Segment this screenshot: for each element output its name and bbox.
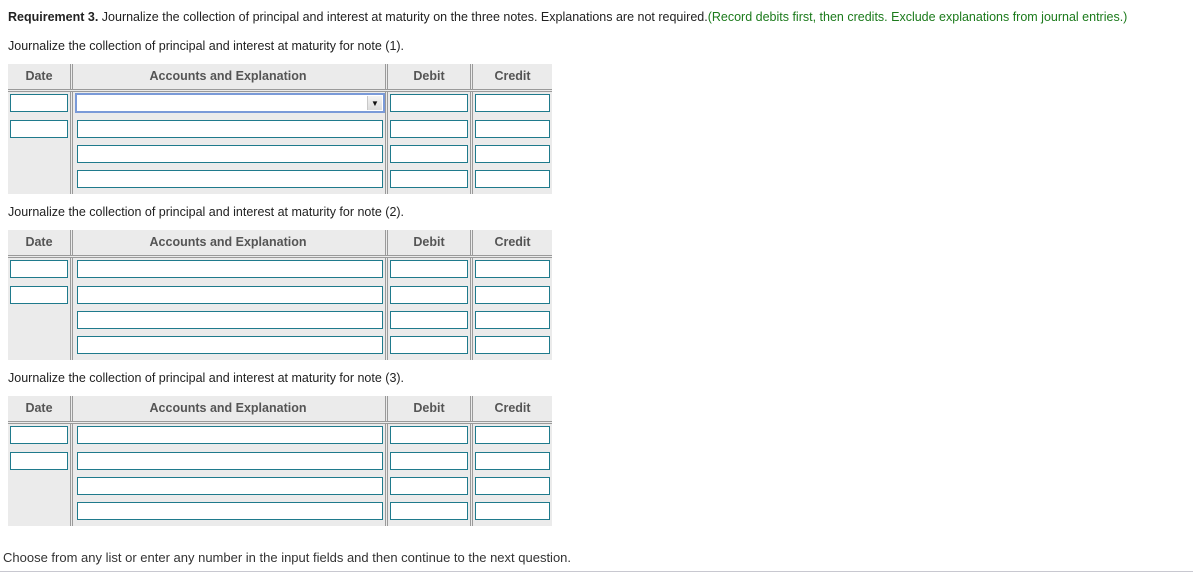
- account-input[interactable]: [77, 145, 383, 163]
- footer-hint: Choose from any list or enter any number…: [3, 550, 572, 565]
- credit-input[interactable]: [475, 260, 550, 278]
- account-input[interactable]: [77, 120, 383, 138]
- credit-input[interactable]: [475, 286, 550, 304]
- date-input[interactable]: [10, 94, 68, 112]
- debit-input[interactable]: [390, 286, 468, 304]
- column-header-date: Date: [25, 401, 53, 415]
- debit-input[interactable]: [390, 452, 468, 470]
- debit-input[interactable]: [390, 94, 468, 112]
- column-divider: [70, 424, 73, 526]
- column-divider: [470, 92, 473, 194]
- table-body: [8, 424, 552, 526]
- column-header-accounts: Accounts and Explanation: [149, 69, 307, 83]
- credit-input[interactable]: [475, 477, 550, 495]
- credit-input[interactable]: [475, 502, 550, 520]
- column-divider: [70, 258, 73, 360]
- table-header: Date Accounts and Explanation Debit Cred…: [8, 64, 552, 92]
- column-header-credit: Credit: [494, 69, 531, 83]
- column-header-accounts: Accounts and Explanation: [149, 401, 307, 415]
- column-header-debit: Debit: [413, 401, 445, 415]
- debit-input[interactable]: [390, 336, 468, 354]
- requirement-instruction: (Record debits first, then credits. Excl…: [707, 10, 1128, 24]
- table-body: [8, 258, 552, 360]
- account-input[interactable]: [77, 336, 383, 354]
- account-input[interactable]: [77, 311, 383, 329]
- credit-input[interactable]: [475, 311, 550, 329]
- date-input[interactable]: [10, 260, 68, 278]
- journal-table-note-3: Date Accounts and Explanation Debit Cred…: [8, 396, 552, 526]
- column-divider: [470, 424, 473, 526]
- account-input[interactable]: [77, 170, 383, 188]
- credit-input[interactable]: [475, 145, 550, 163]
- credit-input[interactable]: [475, 94, 550, 112]
- column-divider: [70, 396, 73, 421]
- column-header-credit: Credit: [494, 235, 531, 249]
- account-input[interactable]: [77, 477, 383, 495]
- debit-input[interactable]: [390, 120, 468, 138]
- debit-input[interactable]: [390, 170, 468, 188]
- requirement-label: Requirement 3.: [8, 10, 99, 24]
- note-3-heading: Journalize the collection of principal a…: [8, 371, 405, 385]
- date-input[interactable]: [10, 120, 68, 138]
- column-header-credit: Credit: [494, 401, 531, 415]
- debit-input[interactable]: [390, 145, 468, 163]
- column-divider: [385, 396, 388, 421]
- note-2-heading: Journalize the collection of principal a…: [8, 205, 405, 219]
- debit-input[interactable]: [390, 260, 468, 278]
- date-input[interactable]: [10, 426, 68, 444]
- journal-table-note-1: Date Accounts and Explanation Debit Cred…: [8, 64, 552, 194]
- column-divider: [70, 230, 73, 255]
- credit-input[interactable]: [475, 426, 550, 444]
- column-divider: [385, 424, 388, 526]
- account-input[interactable]: [77, 452, 383, 470]
- column-divider: [470, 258, 473, 360]
- table-header: Date Accounts and Explanation Debit Cred…: [8, 230, 552, 258]
- column-divider: [385, 92, 388, 194]
- table-body: ▼: [8, 92, 552, 194]
- column-divider: [385, 230, 388, 255]
- account-input[interactable]: [77, 426, 383, 444]
- column-header-date: Date: [25, 235, 53, 249]
- column-header-date: Date: [25, 69, 53, 83]
- column-divider: [385, 258, 388, 360]
- column-divider: [70, 92, 73, 194]
- column-header-debit: Debit: [413, 69, 445, 83]
- column-divider: [470, 64, 473, 89]
- note-1-heading: Journalize the collection of principal a…: [8, 39, 405, 53]
- debit-input[interactable]: [390, 311, 468, 329]
- credit-input[interactable]: [475, 170, 550, 188]
- credit-input[interactable]: [475, 452, 550, 470]
- requirement-body: Journalize the collection of principal a…: [98, 10, 708, 24]
- column-header-debit: Debit: [413, 235, 445, 249]
- footer-divider: [0, 571, 1193, 572]
- date-input[interactable]: [10, 286, 68, 304]
- account-select[interactable]: ▼: [75, 93, 385, 113]
- credit-input[interactable]: [475, 120, 550, 138]
- account-input[interactable]: [77, 260, 383, 278]
- credit-input[interactable]: [475, 336, 550, 354]
- column-divider: [470, 396, 473, 421]
- column-divider: [385, 64, 388, 89]
- account-input[interactable]: [77, 286, 383, 304]
- debit-input[interactable]: [390, 477, 468, 495]
- account-input[interactable]: [77, 502, 383, 520]
- date-input[interactable]: [10, 452, 68, 470]
- journal-table-note-2: Date Accounts and Explanation Debit Cred…: [8, 230, 552, 360]
- debit-input[interactable]: [390, 426, 468, 444]
- table-header: Date Accounts and Explanation Debit Cred…: [8, 396, 552, 424]
- requirement-text: Requirement 3. Journalize the collection…: [8, 10, 1127, 24]
- triangle-down-icon[interactable]: ▼: [367, 96, 382, 110]
- column-divider: [70, 64, 73, 89]
- column-divider: [470, 230, 473, 255]
- column-header-accounts: Accounts and Explanation: [149, 235, 307, 249]
- debit-input[interactable]: [390, 502, 468, 520]
